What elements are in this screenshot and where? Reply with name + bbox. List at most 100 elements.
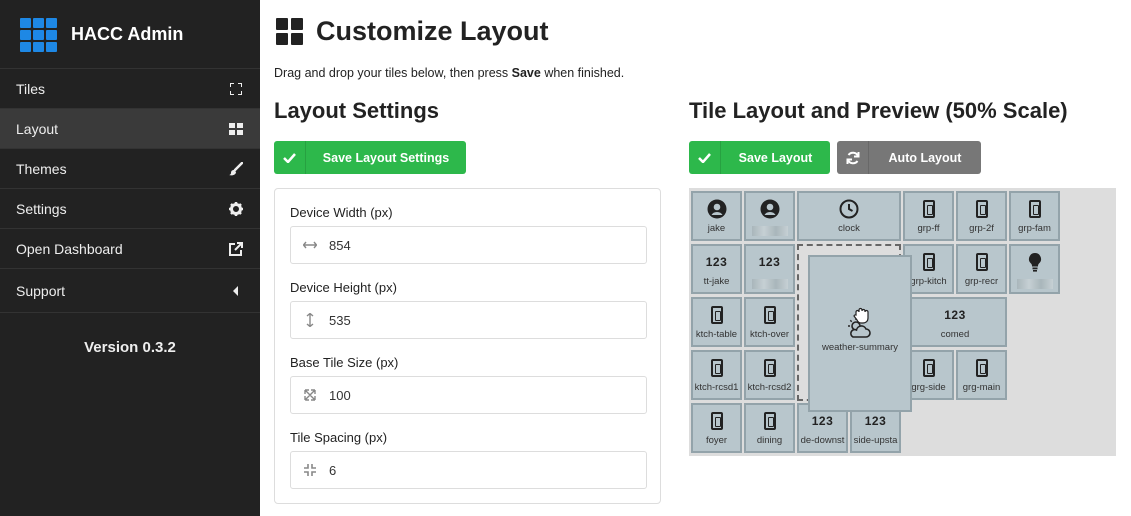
tile-layout-heading: Tile Layout and Preview (50% Scale) [689,98,1068,123]
switch-icon [763,302,776,328]
tile[interactable]: dining [744,403,795,453]
switch-icon [710,355,723,381]
tile[interactable] [1009,244,1060,294]
tile-label: ktch-over [749,329,790,340]
refresh-icon [837,141,869,174]
number-icon: 123 [944,308,966,322]
tile-label-redacted [1016,279,1053,289]
tile-label: side-upsta [853,435,898,446]
tile-label-redacted [751,226,788,236]
tile[interactable]: ktch-rcsd2 [744,350,795,400]
base-tile-size-label: Base Tile Size (px) [290,355,399,370]
switch-icon [975,196,988,222]
tile[interactable]: 123 [744,244,795,294]
tile[interactable]: grp-fam [1009,191,1060,241]
layout-settings-card: Device Width (px) 854 Device Height (px)… [274,188,661,504]
nav-item-open-dashboard[interactable]: Open Dashboard [0,228,260,268]
tile-label: grp-ff [917,223,940,234]
auto-layout-button[interactable]: Auto Layout [837,141,981,174]
main-content: Customize Layout Drag and drop your tile… [260,0,1131,516]
switch-icon [975,249,988,275]
expand-icon [228,81,244,97]
nav-item-label: Layout [16,120,59,137]
switch-icon [763,355,776,381]
person-icon [760,196,780,222]
brush-icon [228,161,244,177]
switch-icon [710,408,723,434]
tile-label: grp-recr [964,276,999,287]
page-title-text: Customize Layout [316,16,549,46]
nav-item-themes[interactable]: Themes [0,148,260,188]
layout-settings-heading: Layout Settings [274,98,440,123]
device-height-label: Device Height (px) [290,280,397,295]
save-layout-button[interactable]: Save Layout [689,141,830,174]
nav-item-tiles[interactable]: Tiles [0,68,260,108]
nav-item-label: Tiles [16,80,46,97]
base-tile-size-field[interactable]: 100 [290,376,647,414]
tile[interactable]: jake [691,191,742,241]
arrows-horizontal-icon [291,241,329,249]
switch-icon [922,196,935,222]
tile-spacing-label: Tile Spacing (px) [290,430,388,445]
tile-label: weather-summary [821,341,899,353]
tile-label: grp-fam [1018,223,1051,234]
tile-label: foyer [705,435,728,446]
tile[interactable]: foyer [691,403,742,453]
tile-label: jake [707,223,726,234]
brand[interactable]: HACC Admin [0,0,260,68]
nav-item-settings[interactable]: Settings [0,188,260,228]
number-icon: 123 [705,255,728,269]
check-icon [689,141,721,174]
tile-label: grg-main [962,382,1001,393]
tile-label: ktch-table [695,329,738,340]
check-icon [274,141,306,174]
brand-title: HACC Admin [71,23,184,44]
tile-label: grg-side [911,382,946,393]
save-layout-settings-button[interactable]: Save Layout Settings [274,141,466,174]
switch-icon [975,355,988,381]
compress-arrows-icon [291,464,329,476]
grid-logo-icon [20,17,57,52]
nav-item-support[interactable]: Support [0,268,260,312]
caret-left-icon [228,283,244,299]
arrows-vertical-icon [291,313,329,327]
number-icon: 123 [758,255,781,269]
tile-preview-canvas[interactable]: jake clock grp-ff grp-2f grp-fam 123 tt-… [689,188,1116,456]
tile-label: tt-jake [703,276,730,287]
switch-icon [922,355,935,381]
tile[interactable]: grp-recr [956,244,1007,294]
tile-label-redacted [751,279,788,289]
tile[interactable]: grg-main [956,350,1007,400]
tile[interactable]: ktch-rcsd1 [691,350,742,400]
intro-text: Drag and drop your tiles below, then pre… [274,66,625,80]
tile-label: grp-2f [969,223,994,234]
tile[interactable]: grp-ff [903,191,954,241]
nav-item-label: Support [16,282,66,299]
nav-item-layout[interactable]: Layout [0,108,260,148]
tile-dragging[interactable]: weather-summary [808,255,912,412]
tile[interactable]: ktch-table [691,297,742,347]
tile[interactable]: ktch-over [744,297,795,347]
nav-item-label: Settings [16,200,67,217]
sidebar: HACC Admin Tiles Layout Themes Settings … [0,0,260,516]
tile-spacing-field[interactable]: 6 [290,451,647,489]
tile-label: grp-kitch [910,276,947,287]
person-icon [707,196,727,222]
switch-icon [1028,196,1041,222]
tile-label: dining [756,435,783,446]
device-height-field[interactable]: 535 [290,301,647,339]
tile[interactable] [744,191,795,241]
lightbulb-icon [1028,249,1042,275]
page-title: Customize Layout [276,16,549,47]
switch-icon [922,249,935,275]
tile[interactable]: 123 tt-jake [691,244,742,294]
nav-item-label: Themes [16,160,67,177]
switch-icon [710,302,723,328]
grid-icon [276,18,303,45]
external-link-icon [228,241,244,257]
expand-arrows-icon [291,389,329,401]
tile[interactable]: clock [797,191,901,241]
device-width-field[interactable]: 854 [290,226,647,264]
tile[interactable]: grp-2f [956,191,1007,241]
tile[interactable]: 123 comed [903,297,1007,347]
